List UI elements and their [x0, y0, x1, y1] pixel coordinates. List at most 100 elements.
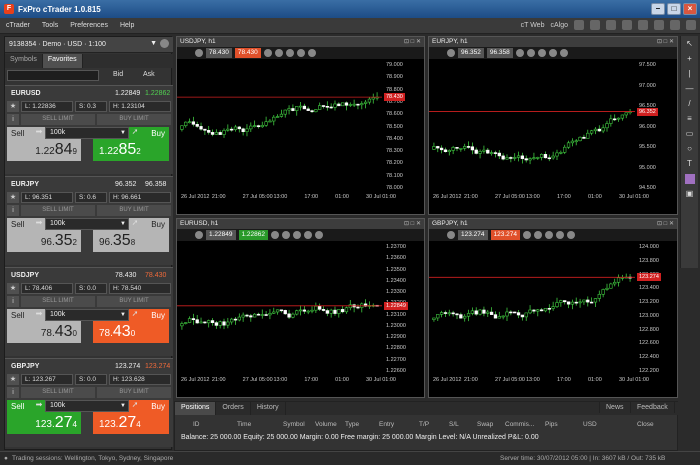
tab-favorites[interactable]: Favorites [42, 54, 83, 68]
info-icon[interactable]: i [7, 296, 19, 307]
close-button[interactable]: × [683, 3, 697, 15]
arrow-right-icon[interactable]: ➡ [33, 309, 45, 321]
volume-selector[interactable]: 100k ▼ [45, 218, 129, 230]
column-header[interactable]: T/P [419, 421, 429, 428]
column-header[interactable]: Pips [545, 421, 558, 428]
candlestick-plot[interactable] [429, 243, 635, 375]
ellipse-icon[interactable]: ○ [685, 144, 695, 154]
column-header[interactable]: ID [193, 421, 200, 428]
timeframe-icon[interactable] [282, 231, 290, 239]
menu-preferences[interactable]: Preferences [64, 22, 114, 29]
arrow-up-right-icon[interactable]: ➚ [129, 218, 141, 230]
calgo-link[interactable]: cAlgo [550, 22, 568, 29]
chart-ask-box[interactable]: 78.430 [234, 48, 261, 58]
timeframe-icon[interactable] [534, 231, 542, 239]
star-icon[interactable]: ★ [7, 191, 19, 203]
volume-selector[interactable]: 100k ▼ [45, 309, 129, 321]
star-icon[interactable]: ★ [7, 373, 19, 385]
print-icon[interactable] [590, 20, 600, 30]
cursor-icon[interactable]: ↖ [685, 39, 695, 49]
symbol-search-input[interactable] [7, 70, 99, 81]
settings-icon[interactable] [606, 20, 616, 30]
drawing-icon[interactable] [548, 49, 557, 57]
column-header[interactable]: Symbol [283, 421, 305, 428]
screenshot-icon[interactable]: ▣ [685, 189, 695, 199]
arrow-up-right-icon[interactable]: ➚ [129, 309, 141, 321]
buy-limit-button[interactable]: BUY LIMIT [97, 387, 171, 398]
column-header[interactable]: Volume [315, 421, 337, 428]
sell-limit-button[interactable]: SELL LIMIT [21, 205, 95, 216]
sound-icon[interactable] [622, 20, 632, 30]
tab-positions[interactable]: Positions [175, 402, 217, 415]
zoom-icon[interactable] [447, 49, 455, 57]
tab-feedback[interactable]: Feedback [631, 402, 675, 413]
minimize-button[interactable]: – [651, 3, 665, 15]
camera-icon[interactable] [559, 49, 568, 57]
layout-icon[interactable] [574, 20, 584, 30]
timeframe-icon[interactable] [274, 49, 283, 57]
candlestick-plot[interactable] [177, 61, 382, 192]
crosshair-icon[interactable]: + [685, 54, 695, 64]
timeframe-icon[interactable] [526, 49, 535, 57]
chart-eurusd[interactable]: EURUSD, h1 ⊡ □ ✕ 1.22849 1.22862 1.23700 1… [176, 218, 425, 398]
indicators-icon[interactable] [293, 231, 301, 239]
chart-type-icon[interactable] [263, 49, 272, 57]
window-cascade-icon[interactable] [670, 20, 680, 30]
chart-ask-box[interactable]: 123.274 [490, 230, 520, 240]
color-icon[interactable] [684, 174, 695, 184]
chevron-down-icon[interactable]: ▼ [150, 40, 157, 47]
column-header[interactable]: Time [237, 421, 251, 428]
arrow-right-icon[interactable]: ➡ [33, 127, 45, 139]
fullscreen-icon[interactable] [686, 20, 696, 30]
column-header[interactable]: Entry [379, 421, 394, 428]
chart-ask-box[interactable]: 1.22862 [238, 230, 268, 240]
star-icon[interactable]: ★ [7, 282, 19, 294]
buy-limit-button[interactable]: BUY LIMIT [97, 205, 171, 216]
info-icon[interactable]: i [7, 114, 19, 125]
indicators-icon[interactable] [285, 49, 294, 57]
horizontal-line-icon[interactable]: — [685, 84, 695, 94]
tab-orders[interactable]: Orders [216, 402, 251, 415]
camera-icon[interactable] [307, 49, 316, 57]
volume-selector[interactable]: 100k ▼ [45, 127, 129, 139]
chart-window-controls-icon[interactable]: ⊡ □ ✕ [657, 219, 674, 229]
column-header[interactable]: Type [345, 421, 359, 428]
chart-window-controls-icon[interactable]: ⊡ □ ✕ [657, 37, 674, 47]
chart-type-icon[interactable] [515, 49, 524, 57]
arrow-up-right-icon[interactable]: ➚ [129, 400, 141, 412]
trend-line-icon[interactable]: / [685, 99, 695, 109]
tab-history[interactable]: History [251, 402, 286, 415]
menu-ctrader[interactable]: cTrader [0, 22, 36, 29]
drawing-icon[interactable] [296, 49, 305, 57]
chart-bid-box[interactable]: 123.274 [458, 230, 488, 240]
chart-bid-box[interactable]: 96.352 [458, 48, 484, 58]
window-tile-icon[interactable] [654, 20, 664, 30]
sell-limit-button[interactable]: SELL LIMIT [21, 387, 95, 398]
sell-limit-button[interactable]: SELL LIMIT [21, 296, 95, 307]
ctweb-link[interactable]: cT Web [521, 22, 545, 29]
chart-type-icon[interactable] [523, 231, 531, 239]
menu-help[interactable]: Help [114, 22, 140, 29]
drawing-icon[interactable] [304, 231, 312, 239]
rectangle-icon[interactable]: ▭ [685, 129, 695, 139]
volume-selector[interactable]: 100k ▼ [45, 400, 129, 412]
arrow-up-right-icon[interactable]: ➚ [129, 127, 141, 139]
chart-bid-box[interactable]: 78.430 [206, 48, 232, 58]
tab-symbols[interactable]: Symbols [5, 54, 43, 68]
vertical-line-icon[interactable]: | [685, 69, 695, 79]
star-icon[interactable]: ★ [7, 100, 19, 112]
chart-gbpjpy[interactable]: GBPJPY, h1 ⊡ □ ✕ 123.274 123.274 124.000 1… [428, 218, 678, 398]
camera-icon[interactable] [315, 231, 323, 239]
chart-bid-box[interactable]: 1.22849 [206, 230, 236, 240]
chart-usdjpy[interactable]: USDJPY, h1 ⊡ □ ✕ 78.430 78.430 79.000 78.9… [176, 36, 425, 215]
zoom-icon[interactable] [195, 231, 203, 239]
chart-window-controls-icon[interactable]: ⊡ □ ✕ [404, 219, 421, 229]
chart-ask-box[interactable]: 96.358 [486, 48, 513, 58]
tab-news[interactable]: News [599, 402, 631, 413]
chart-type-icon[interactable] [271, 231, 279, 239]
buy-limit-button[interactable]: BUY LIMIT [97, 296, 171, 307]
zoom-icon[interactable] [447, 231, 455, 239]
chart-window-controls-icon[interactable]: ⊡ □ ✕ [404, 37, 421, 47]
sell-limit-button[interactable]: SELL LIMIT [21, 114, 95, 125]
fibonacci-icon[interactable]: ≡ [685, 114, 695, 124]
